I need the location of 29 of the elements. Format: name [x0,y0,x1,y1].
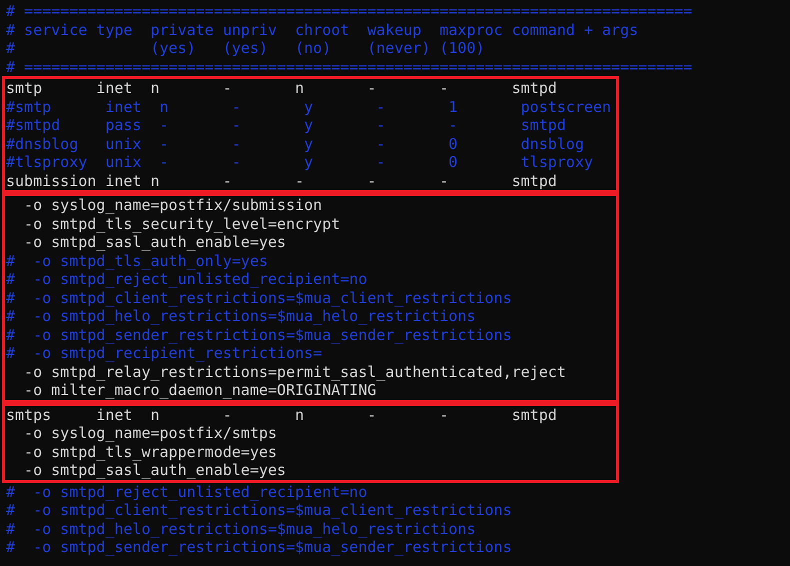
comment-line: # -o smtpd_reject_unlisted_recipient=no [6,270,368,288]
comment-line: # -o smtpd_sender_restrictions=$mua_sender_restrictions [6,538,512,556]
config-line: -o milter_macro_daemon_name=ORIGINATING [23,381,376,400]
comment-line: # -o smtpd_helo_restrictions=$mua_helo_restrictions [6,520,476,538]
comment-line: # -o smtpd_reject_unlisted_recipient=no [6,482,368,501]
comment-line: # -o smtpd_helo_restrictions=$mua_helo_restrictions [6,307,476,326]
config-line: -o smtpd_sasl_auth_enable=yes [23,233,286,252]
config-line: -o smtpd_tls_security_level=encrypt [23,214,340,233]
comment-line: # -o smtpd_sender_restrictions=$mua_sender_restrictions [6,326,512,344]
comment-line: #smtpd pass - - y - - smtpd [6,116,566,134]
comment-line: # (yes) (yes) (no) (never) (100) [6,39,485,58]
config-line: submission inet n - - - - smtpd [6,172,557,190]
comment-line: # -o smtpd_tls_auth_only=yes [6,252,268,270]
comment-line: # service type private unpriv chroot wakeup maxproc command + args [6,20,638,39]
config-line: smtp inet n - n - - smtpd [6,79,557,98]
config-line: smtps inet n - n - - smtpd [6,406,557,424]
comment-line: # ========================================================================== [6,58,692,76]
comment-line: # -o smtpd_client_restrictions=$mua_client_restrictions [6,288,512,307]
config-line: -o syslog_name=postfix/submission [23,196,322,214]
comment-line: #dnsblog unix - - y - 0 dnsblog [6,134,584,153]
comment-line: # ========================================================================== [6,2,692,20]
comment-line: # -o smtpd_recipient_restrictions= [6,344,322,362]
config-line: -o smtpd_tls_wrappermode=yes [23,442,277,461]
config-line: -o smtpd_sasl_auth_enable=yes [23,461,286,480]
config-line: -o smtpd_relay_restrictions=permit_sasl_authenticated,reject [23,362,566,381]
comment-line: #tlsproxy unix - - y - 0 tlsproxy [6,153,593,172]
config-line: -o syslog_name=postfix/smtps [23,424,277,442]
comment-line: #smtp inet n - y - 1 postscreen [6,98,612,116]
comment-line: # -o smtpd_client_restrictions=$mua_client_restrictions [6,501,512,520]
